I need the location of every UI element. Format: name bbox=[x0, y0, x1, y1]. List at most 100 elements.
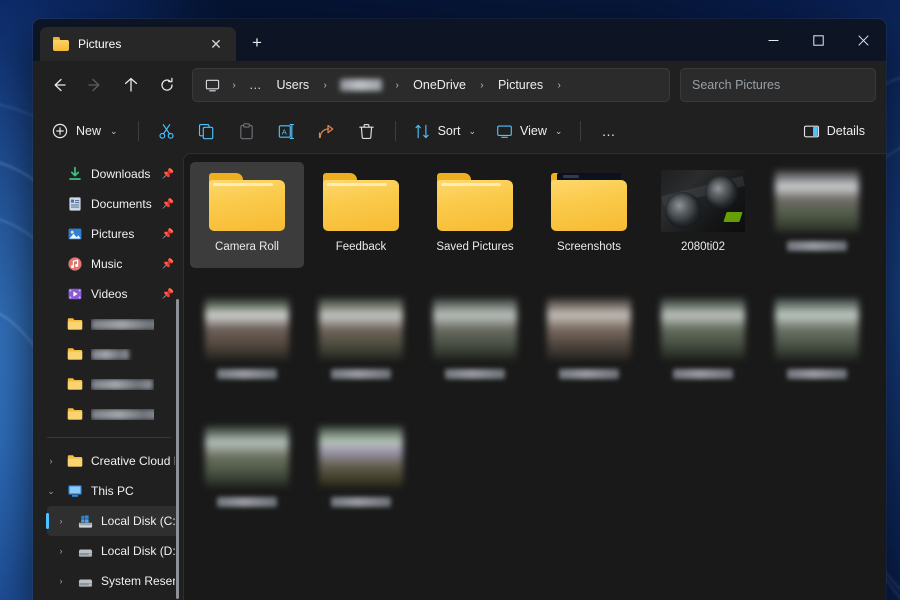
sidebar-item-creative-cloud-files[interactable]: › Creative Cloud F bbox=[37, 446, 179, 476]
breadcrumb-overflow[interactable]: … bbox=[243, 72, 269, 98]
back-button[interactable] bbox=[42, 68, 76, 102]
item-grid: Camera Roll Feedback Saved Pictures Scre… bbox=[190, 162, 886, 546]
grid-item-photo-redacted[interactable] bbox=[760, 290, 874, 396]
search-box[interactable]: Search Pictures bbox=[680, 68, 876, 102]
new-tab-button[interactable]: + bbox=[242, 28, 272, 58]
share-button[interactable] bbox=[308, 115, 346, 147]
pin-icon[interactable]: 📌 bbox=[161, 169, 175, 180]
photo-thumbnail bbox=[661, 298, 745, 360]
folder-icon bbox=[66, 315, 84, 333]
sidebar-item-label: Music bbox=[91, 257, 123, 271]
file-list-view[interactable]: Camera Roll Feedback Saved Pictures Scre… bbox=[183, 153, 886, 600]
pin-icon[interactable]: 📌 bbox=[161, 229, 175, 240]
pin-icon[interactable]: 📌 bbox=[161, 259, 175, 270]
chevron-right-icon[interactable]: › bbox=[53, 516, 69, 526]
breadcrumb-pictures[interactable]: Pictures bbox=[491, 72, 550, 98]
sidebar-item-folder-redacted[interactable] bbox=[37, 339, 179, 369]
copy-button[interactable] bbox=[188, 115, 226, 147]
sidebar-item-label: Documents bbox=[91, 197, 152, 211]
pin-icon[interactable]: 📌 bbox=[161, 289, 175, 300]
grid-item-photo-redacted[interactable] bbox=[646, 290, 760, 396]
up-button[interactable] bbox=[114, 68, 148, 102]
sidebar-item-label: Creative Cloud F bbox=[91, 454, 175, 468]
divider bbox=[580, 121, 582, 141]
title-bar: Pictures ✕ + bbox=[33, 19, 886, 61]
grid-item-photo-redacted[interactable] bbox=[190, 290, 304, 396]
grid-item-camera-roll[interactable]: Camera Roll bbox=[190, 162, 304, 268]
grid-item-feedback[interactable]: Feedback bbox=[304, 162, 418, 268]
forward-button[interactable] bbox=[78, 68, 112, 102]
minimize-button[interactable] bbox=[751, 19, 796, 61]
sidebar-item-downloads[interactable]: Downloads 📌 bbox=[37, 159, 179, 189]
ellipsis-icon: … bbox=[601, 123, 618, 139]
chevron-right-icon[interactable]: › bbox=[53, 576, 69, 586]
pin-icon[interactable]: 📌 bbox=[161, 199, 175, 210]
chevron-right-icon[interactable]: › bbox=[53, 546, 69, 556]
chevron-down-icon[interactable]: ⌄ bbox=[43, 486, 59, 497]
more-options-button[interactable]: … bbox=[590, 115, 628, 147]
sidebar-scrollbar-thumb[interactable] bbox=[176, 299, 179, 599]
this-pc-icon bbox=[66, 482, 84, 500]
breadcrumb-users[interactable]: Users bbox=[270, 72, 317, 98]
grid-item-screenshots[interactable]: Screenshots bbox=[532, 162, 646, 268]
sidebar-item-folder-redacted[interactable] bbox=[37, 309, 179, 339]
chevron-right-icon[interactable]: › bbox=[43, 456, 59, 466]
sidebar-item-local-disk-d[interactable]: › Local Disk (D:) bbox=[47, 536, 179, 566]
sidebar-item-label: Videos bbox=[91, 287, 128, 301]
grid-item-photo-redacted[interactable] bbox=[304, 418, 418, 524]
sidebar-item-videos[interactable]: Videos 📌 bbox=[37, 279, 179, 309]
thumbnail bbox=[433, 296, 517, 362]
sidebar-scrollbar-track[interactable] bbox=[176, 159, 181, 600]
sidebar-item-music[interactable]: Music 📌 bbox=[37, 249, 179, 279]
new-button[interactable]: New ⌄ bbox=[43, 115, 129, 147]
chevron-down-icon: ⌄ bbox=[554, 125, 563, 136]
paste-button[interactable] bbox=[228, 115, 266, 147]
grid-item-label bbox=[787, 369, 847, 379]
details-pane-button[interactable]: Details bbox=[794, 115, 874, 147]
sidebar-item-label: System Reserv bbox=[101, 574, 175, 588]
close-tab-icon[interactable]: ✕ bbox=[204, 32, 228, 56]
details-panel-icon bbox=[803, 125, 819, 137]
drive-icon bbox=[76, 572, 94, 590]
sidebar-item-system-reserved[interactable]: › System Reserv bbox=[47, 566, 179, 596]
sidebar-item-folder-redacted[interactable] bbox=[37, 369, 179, 399]
thumbnail bbox=[433, 168, 517, 234]
divider bbox=[137, 121, 139, 141]
sidebar-item-pictures[interactable]: Pictures 📌 bbox=[37, 219, 179, 249]
sidebar-item-local-disk-c[interactable]: › Local Disk (C:) bbox=[46, 506, 179, 536]
cut-button[interactable] bbox=[148, 115, 186, 147]
navigation-pane[interactable]: Downloads 📌 Documents 📌 Pictures 📌 Music… bbox=[33, 153, 183, 600]
breadcrumb-onedrive[interactable]: OneDrive bbox=[406, 72, 473, 98]
sidebar-divider bbox=[47, 437, 171, 438]
rename-button[interactable]: A bbox=[268, 115, 306, 147]
grid-item-photo-redacted[interactable] bbox=[760, 162, 874, 268]
this-pc-icon[interactable] bbox=[199, 72, 225, 98]
sort-button[interactable]: Sort ⌄ bbox=[405, 115, 485, 147]
pictures-icon bbox=[66, 225, 84, 243]
breadcrumb-separator: › bbox=[480, 79, 484, 91]
grid-item-2080ti02[interactable]: 2080ti02 bbox=[646, 162, 760, 268]
grid-item-photo-redacted[interactable] bbox=[532, 290, 646, 396]
sidebar-item-documents[interactable]: Documents 📌 bbox=[37, 189, 179, 219]
delete-button[interactable] bbox=[348, 115, 386, 147]
breadcrumb-username-redacted[interactable] bbox=[340, 79, 383, 91]
sidebar-item-this-pc[interactable]: ⌄ This PC bbox=[37, 476, 179, 506]
grid-item-photo-redacted[interactable] bbox=[190, 418, 304, 524]
sidebar-item-folder-redacted[interactable] bbox=[37, 399, 179, 429]
grid-item-photo-redacted[interactable] bbox=[304, 290, 418, 396]
breadcrumb[interactable]: › … Users › › OneDrive › Pictures › bbox=[192, 68, 670, 102]
sidebar-item-label: Local Disk (D:) bbox=[101, 544, 175, 558]
view-icon bbox=[497, 124, 512, 138]
grid-item-photo-redacted[interactable] bbox=[418, 290, 532, 396]
grid-item-saved-pictures[interactable]: Saved Pictures bbox=[418, 162, 532, 268]
close-button[interactable] bbox=[841, 19, 886, 61]
view-button[interactable]: View ⌄ bbox=[487, 115, 571, 147]
videos-icon bbox=[66, 285, 84, 303]
refresh-button[interactable] bbox=[150, 68, 184, 102]
thumbnail bbox=[205, 296, 289, 362]
search-input-placeholder[interactable]: Search Pictures bbox=[692, 78, 780, 92]
maximize-button[interactable] bbox=[796, 19, 841, 61]
folder-icon bbox=[66, 452, 84, 470]
details-label: Details bbox=[826, 124, 865, 138]
tab-pictures[interactable]: Pictures ✕ bbox=[40, 27, 236, 61]
